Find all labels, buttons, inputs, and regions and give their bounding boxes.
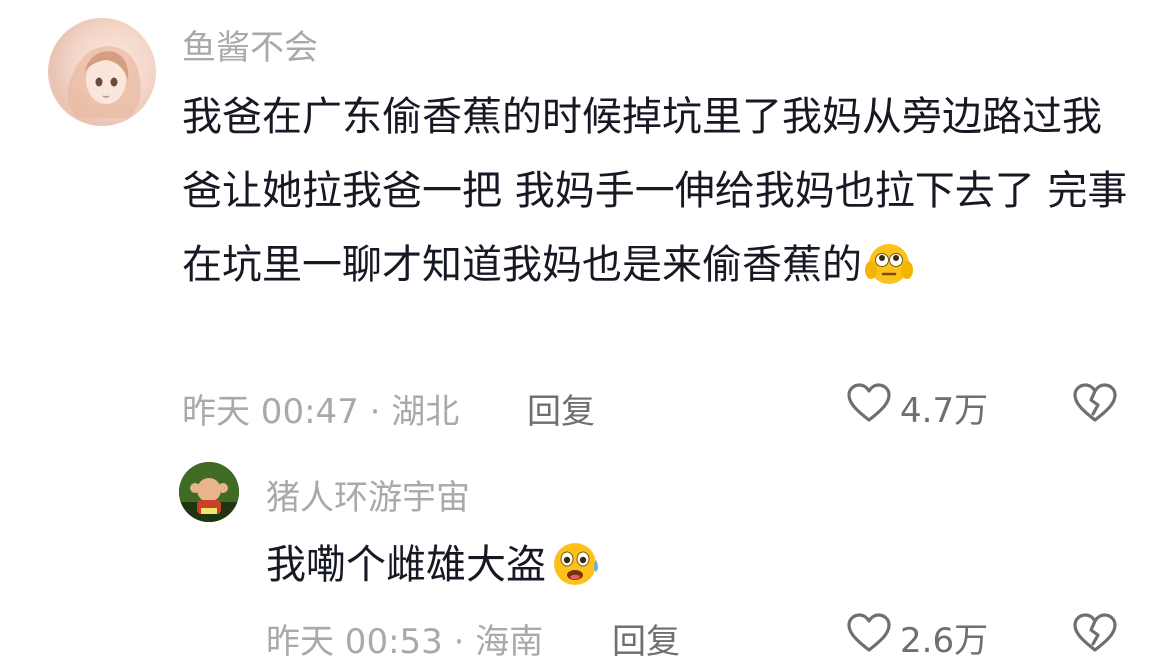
username[interactable]: 鱼酱不会 (182, 20, 318, 69)
broken-heart-outline-icon (1072, 383, 1118, 428)
comment-text-content: 我爸在广东偷香蕉的时候掉坑里了我妈从旁边路过我爸让她拉我爸一把 我妈手一伸给我妈… (182, 94, 1128, 288)
avatar[interactable] (48, 18, 156, 126)
dislike-button[interactable] (1072, 612, 1118, 658)
comment-text-content: 我嘞个雌雄大盗 (266, 542, 546, 588)
like-button[interactable]: 4.7万 (846, 382, 988, 433)
avatar-illustration (67, 46, 141, 118)
heart-outline-icon (846, 382, 892, 433)
like-count: 4.7万 (900, 391, 989, 431)
shocked-sweat-face-emoji (548, 538, 604, 612)
comment-text: 我嘞个雌雄大盗 (266, 528, 1066, 612)
comment-meta: 昨天 00:53 · 海南 (266, 622, 544, 662)
comment-meta: 昨天 00:47 · 湖北 (182, 392, 460, 432)
dislike-button[interactable] (1072, 382, 1118, 428)
broken-heart-outline-icon (1072, 613, 1118, 658)
like-count: 2.6万 (900, 621, 989, 661)
like-button[interactable]: 2.6万 (846, 612, 988, 663)
reply-button[interactable]: 回复 (527, 384, 595, 433)
comment-text: 我爸在广东偷香蕉的时候掉坑里了我妈从旁边路过我爸让她拉我爸一把 我妈手一伸给我妈… (182, 80, 1132, 312)
username[interactable]: 猪人环游宇宙 (266, 470, 470, 519)
avatar-illustration (179, 462, 239, 522)
avatar[interactable] (179, 462, 239, 522)
reply-button[interactable]: 回复 (612, 614, 680, 663)
heart-outline-icon (846, 612, 892, 663)
flushed-face-hands-emoji (864, 238, 914, 312)
